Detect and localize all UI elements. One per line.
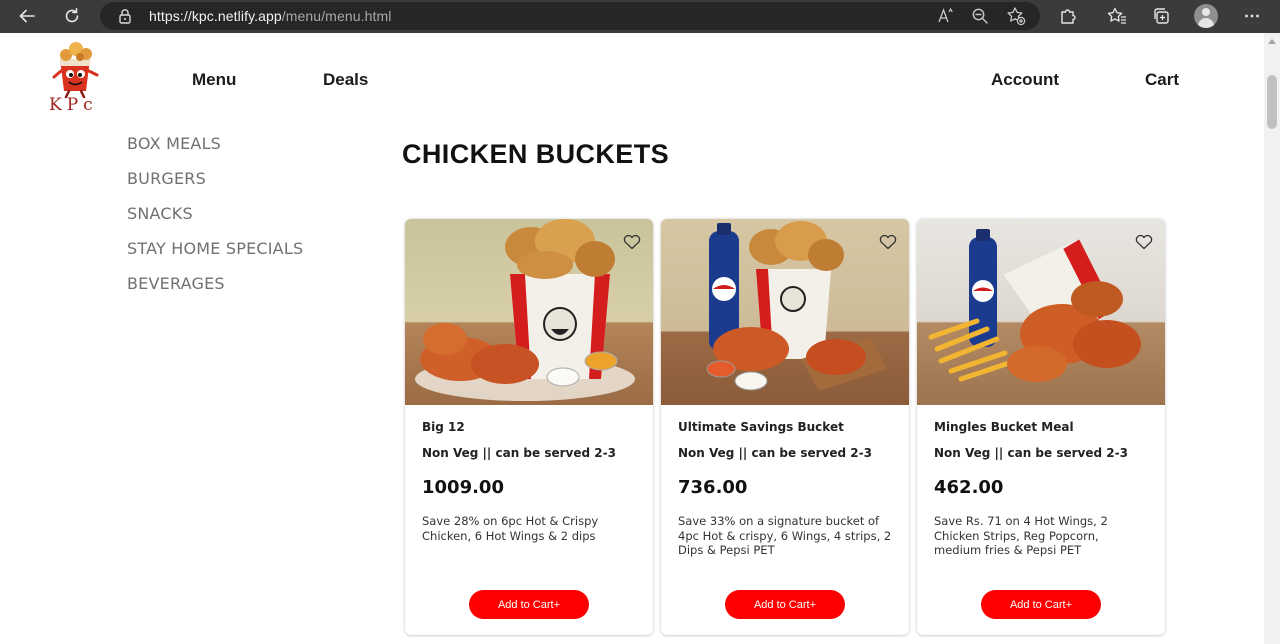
nav-cart[interactable]: Cart: [1145, 70, 1179, 90]
product-image: [405, 219, 653, 405]
zoom-out-icon[interactable]: [968, 4, 992, 28]
product-card: Mingles Bucket Meal Non Veg || can be se…: [917, 219, 1165, 635]
browser-toolbar: https://kpc.netlify.app/menu/menu.html: [0, 0, 1280, 33]
lock-icon[interactable]: [118, 8, 132, 28]
nav-menu[interactable]: Menu: [192, 70, 236, 90]
product-card: Big 12 Non Veg || can be served 2-3 1009…: [405, 219, 653, 635]
product-card: Ultimate Savings Bucket Non Veg || can b…: [661, 219, 909, 635]
product-name: Big 12: [422, 420, 465, 434]
product-description: Save 33% on a signature bucket of 4pc Ho…: [678, 514, 892, 557]
product-price: 736.00: [678, 477, 748, 498]
sidebar-item-burgers[interactable]: BURGERS: [127, 169, 206, 188]
nav-account[interactable]: Account: [991, 70, 1059, 90]
logo-text: KPc: [49, 95, 98, 115]
url-host: https://kpc.netlify.app: [149, 8, 282, 24]
sidebar-item-snacks[interactable]: SNACKS: [127, 204, 193, 223]
add-to-cart-button[interactable]: Add to Cart+: [981, 590, 1101, 619]
heart-icon[interactable]: [621, 230, 643, 252]
back-arrow-icon[interactable]: [15, 4, 39, 28]
product-price: 1009.00: [422, 477, 504, 498]
favorite-add-icon[interactable]: [1004, 4, 1028, 28]
more-icon[interactable]: [1240, 4, 1264, 28]
url-text: https://kpc.netlify.app/menu/menu.html: [149, 8, 391, 24]
scrollbar-thumb[interactable]: [1267, 75, 1277, 129]
product-name: Mingles Bucket Meal: [934, 420, 1074, 434]
sidebar-item-stay-home-specials[interactable]: STAY HOME SPECIALS: [127, 239, 303, 258]
collections-icon[interactable]: [1149, 4, 1173, 28]
extensions-icon[interactable]: [1056, 4, 1080, 28]
sidebar-item-box-meals[interactable]: BOX MEALS: [127, 134, 221, 153]
profile-icon[interactable]: [1194, 4, 1218, 28]
heart-icon[interactable]: [877, 230, 899, 252]
scroll-up-arrow-icon[interactable]: [1268, 39, 1276, 44]
favorites-icon[interactable]: [1105, 4, 1129, 28]
url-path: /menu/menu.html: [281, 8, 392, 24]
add-to-cart-button[interactable]: Add to Cart+: [725, 590, 845, 619]
product-description: Save Rs. 71 on 4 Hot Wings, 2 Chicken St…: [934, 514, 1108, 557]
nav-deals[interactable]: Deals: [323, 70, 368, 90]
add-to-cart-button[interactable]: Add to Cart+: [469, 590, 589, 619]
refresh-icon[interactable]: [60, 4, 84, 28]
product-subtitle: Non Veg || can be served 2-3: [422, 446, 616, 460]
product-subtitle: Non Veg || can be served 2-3: [934, 446, 1128, 460]
product-description: Save 28% on 6pc Hot & Crispy Chicken, 6 …: [422, 514, 599, 543]
heart-icon[interactable]: [1133, 230, 1155, 252]
product-subtitle: Non Veg || can be served 2-3: [678, 446, 872, 460]
product-image: [661, 219, 909, 405]
product-name: Ultimate Savings Bucket: [678, 420, 844, 434]
page-content: KPc Menu Deals Account Cart BOX MEALS BU…: [0, 33, 1264, 644]
product-price: 462.00: [934, 477, 1004, 498]
page-scrollbar[interactable]: [1264, 33, 1280, 644]
sidebar-item-beverages[interactable]: BEVERAGES: [127, 274, 225, 293]
address-bar[interactable]: https://kpc.netlify.app/menu/menu.html: [100, 2, 1040, 30]
kpc-logo[interactable]: KPc: [46, 39, 108, 115]
read-aloud-icon[interactable]: [934, 4, 958, 28]
product-image: [917, 219, 1165, 405]
section-title: CHICKEN BUCKETS: [402, 139, 670, 169]
